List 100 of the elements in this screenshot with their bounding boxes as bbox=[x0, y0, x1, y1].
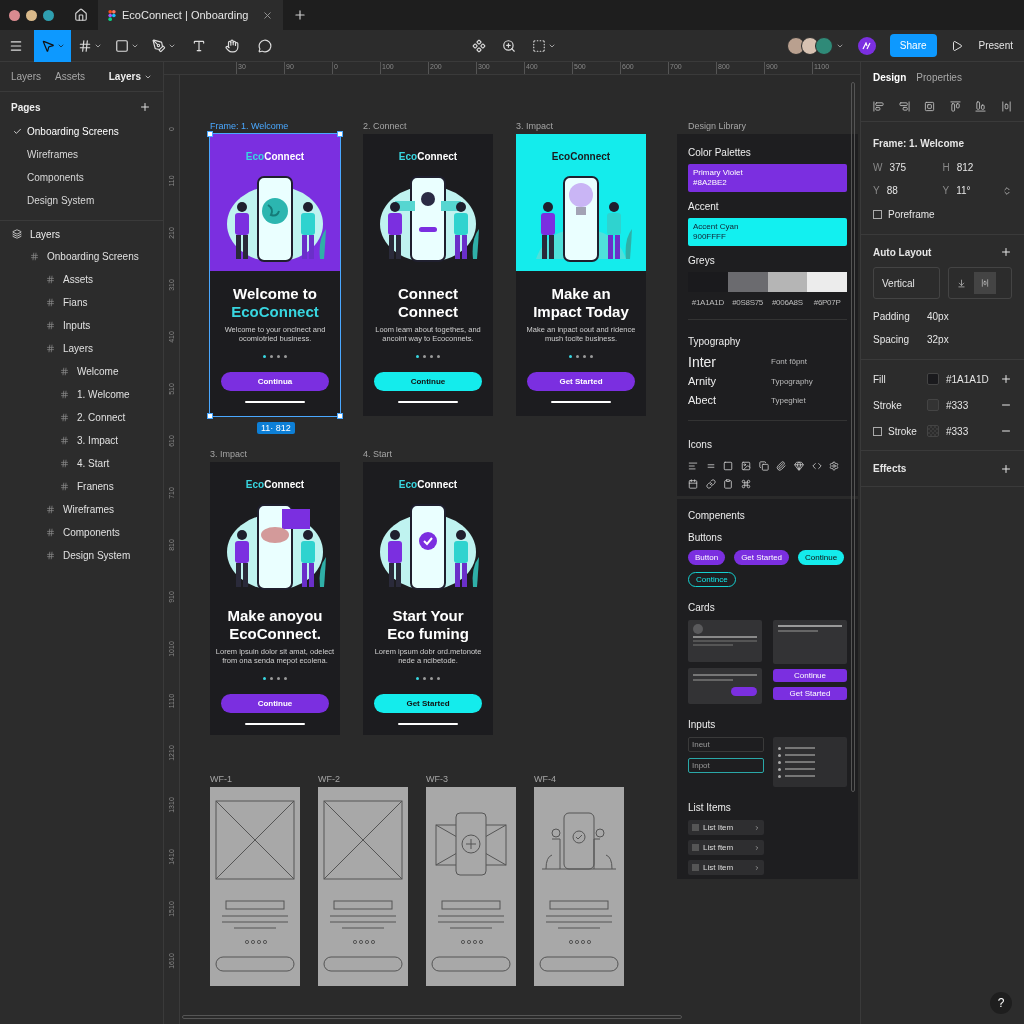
dimension-field[interactable]: W 375 bbox=[873, 156, 943, 179]
mask-icon[interactable] bbox=[531, 38, 546, 53]
color-swatch: Accent Cyan 900FFFF bbox=[688, 218, 847, 246]
file-tab[interactable]: EcoConnect | Onboarding bbox=[98, 0, 284, 30]
align-left-icon bbox=[688, 461, 698, 471]
section-heading: Pages bbox=[11, 100, 41, 115]
primary-button[interactable]: Continue bbox=[374, 372, 482, 391]
add-icon[interactable] bbox=[1000, 373, 1012, 385]
play-icon[interactable] bbox=[950, 39, 963, 52]
layer-item[interactable]: Inputs bbox=[0, 314, 163, 337]
add-icon[interactable] bbox=[1000, 246, 1012, 258]
layer-item[interactable]: Wireframes bbox=[0, 498, 163, 521]
sample-button[interactable]: Continue bbox=[798, 550, 845, 565]
distribute-icon[interactable] bbox=[1000, 101, 1012, 112]
window-close-button[interactable] bbox=[9, 9, 20, 21]
swatch-label: #0S8S75 bbox=[732, 297, 764, 309]
checkbox[interactable] bbox=[692, 824, 699, 831]
direction-dropdown[interactable]: Vertical bbox=[873, 267, 940, 299]
checkbox[interactable] bbox=[873, 209, 882, 219]
font-note: Typography bbox=[771, 375, 813, 388]
avatar bbox=[800, 36, 819, 55]
primary-button[interactable]: Continua bbox=[221, 372, 329, 391]
property-value: 40px bbox=[927, 310, 949, 324]
layer-item[interactable]: Components bbox=[0, 521, 163, 544]
checkbox[interactable] bbox=[692, 844, 699, 851]
panel-title: Design Library bbox=[687, 121, 748, 131]
page-item[interactable]: Design System bbox=[0, 189, 163, 212]
panel-tab[interactable]: Assets bbox=[55, 69, 86, 84]
align-bottom-icon[interactable] bbox=[975, 101, 987, 112]
size-badge: 11· 812 bbox=[257, 422, 295, 434]
page-item[interactable]: Wireframes bbox=[0, 143, 163, 166]
property-value: #333 bbox=[946, 424, 969, 439]
layer-item[interactable]: Welcome bbox=[0, 360, 163, 383]
panel-tab[interactable]: Design bbox=[873, 69, 907, 85]
checkbox[interactable] bbox=[692, 864, 699, 871]
page-menu-dropdown[interactable]: Layers bbox=[108, 69, 152, 84]
selection-handle bbox=[207, 413, 213, 419]
layer-item[interactable]: 1. Welcome bbox=[0, 383, 163, 406]
page-item[interactable]: Onboarding Screens bbox=[0, 120, 163, 143]
section-heading: Typography bbox=[688, 336, 741, 347]
layer-item[interactable]: 3. Impact bbox=[0, 429, 163, 452]
dimension-field[interactable]: Y 11° bbox=[942, 179, 1012, 202]
primary-button[interactable]: Get Started bbox=[374, 694, 482, 713]
input-field[interactable]: Ineut bbox=[688, 737, 764, 752]
sample-button[interactable]: Button bbox=[688, 550, 726, 565]
layer-item[interactable]: 2. Connect bbox=[0, 406, 163, 429]
close-icon[interactable] bbox=[262, 9, 274, 21]
vertical-scrollbar[interactable] bbox=[851, 82, 855, 792]
hand-icon bbox=[224, 38, 239, 53]
tool-button[interactable] bbox=[34, 29, 71, 62]
sample-button[interactable]: Continue bbox=[773, 669, 847, 682]
layer-item[interactable]: Fians bbox=[0, 291, 163, 314]
home-icon[interactable] bbox=[74, 8, 88, 22]
layer-item[interactable]: Assets bbox=[0, 268, 163, 291]
screen-title: Start Your bbox=[392, 607, 464, 625]
chevron-icon bbox=[754, 864, 760, 871]
primary-button[interactable]: Continue bbox=[221, 694, 329, 713]
checkbox[interactable] bbox=[873, 426, 882, 436]
paperclip-icon bbox=[776, 461, 787, 471]
zoom-icon[interactable] bbox=[501, 38, 516, 53]
menu-icon[interactable] bbox=[9, 38, 23, 53]
layer-item[interactable]: Layers bbox=[0, 337, 163, 360]
layer-item[interactable]: Design System bbox=[0, 544, 163, 567]
section-heading: Layers bbox=[30, 227, 60, 242]
screen-title: Connect bbox=[398, 303, 458, 321]
input-field[interactable]: Inpot bbox=[688, 758, 764, 773]
dimension-field[interactable]: H 812 bbox=[942, 156, 1012, 179]
sample-button[interactable]: Get Started bbox=[773, 687, 847, 700]
link-icon bbox=[705, 479, 716, 489]
screen-title: Connect bbox=[398, 285, 458, 303]
new-tab-icon[interactable] bbox=[293, 8, 308, 22]
align-left-icon[interactable] bbox=[873, 101, 884, 112]
font-sample: Arnity bbox=[688, 374, 718, 389]
spacing-icon bbox=[981, 279, 989, 287]
sample-button[interactable]: Get Started bbox=[734, 550, 790, 565]
present-button[interactable]: Present bbox=[978, 38, 1013, 53]
window-zoom-button[interactable] bbox=[43, 9, 54, 21]
section-heading: Accent bbox=[688, 200, 720, 214]
layer-item[interactable]: Franens bbox=[0, 475, 163, 498]
frame-icon bbox=[46, 505, 55, 514]
add-icon[interactable] bbox=[139, 101, 151, 113]
layer-item[interactable]: 4. Start bbox=[0, 452, 163, 475]
component-icon[interactable] bbox=[471, 38, 486, 53]
help-button[interactable]: ? bbox=[990, 992, 1012, 1014]
align-center-icon[interactable] bbox=[924, 101, 936, 112]
property-label: Padding bbox=[873, 310, 911, 324]
section-heading: Greys bbox=[688, 254, 716, 268]
panel-tab[interactable]: Layers bbox=[11, 69, 41, 84]
frame-icon bbox=[60, 459, 69, 468]
alignment-control[interactable] bbox=[948, 267, 1012, 299]
primary-button[interactable]: Get Started bbox=[527, 372, 635, 391]
add-icon[interactable] bbox=[1000, 462, 1012, 475]
align-right-icon[interactable] bbox=[898, 101, 910, 112]
align-top-icon[interactable] bbox=[949, 101, 961, 112]
page-item[interactable]: Components bbox=[0, 166, 163, 189]
panel-tab[interactable]: Properties bbox=[916, 69, 962, 85]
layer-item[interactable]: Onboarding Screens bbox=[0, 245, 163, 268]
window-minimize-button[interactable] bbox=[26, 9, 37, 21]
dimension-field[interactable]: Y 88 bbox=[873, 179, 943, 202]
horizontal-scrollbar[interactable] bbox=[182, 1015, 682, 1019]
